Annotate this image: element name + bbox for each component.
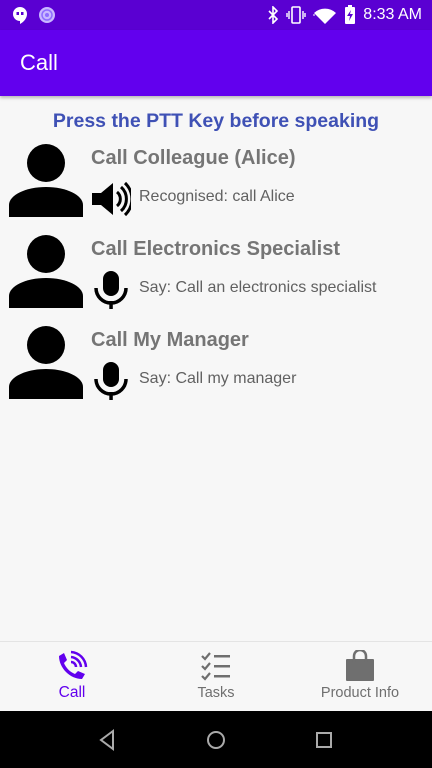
call-title: Call Electronics Specialist: [91, 238, 340, 260]
call-title: Call Colleague (Alice): [91, 147, 296, 169]
battery-charging-icon: [345, 5, 356, 24]
shopping-bag-icon: [346, 650, 374, 681]
phone-wifi-icon: [59, 650, 88, 679]
system-navigation-bar: [0, 711, 432, 768]
nav-item-product-info[interactable]: Product Info: [288, 642, 432, 712]
speaker-icon: [92, 181, 131, 217]
microphone-icon: [94, 362, 128, 400]
person-avatar-icon: [9, 235, 83, 308]
app-bar: Call: [0, 30, 432, 96]
bluetooth-icon: [268, 6, 279, 24]
person-avatar-icon: [9, 326, 83, 399]
nav-label: Product Info: [320, 685, 400, 701]
vibrate-icon: [286, 6, 306, 24]
hangouts-icon: [13, 7, 27, 24]
app-notification-icon: [39, 7, 55, 23]
person-avatar-icon: [9, 144, 83, 217]
status-bar: 8:33 AM: [0, 0, 432, 30]
nav-label: Call: [58, 684, 86, 701]
call-item-colleague[interactable]: Call Colleague (Alice) Recognised: call …: [0, 143, 432, 223]
nav-label: Tasks: [197, 685, 235, 701]
app-title: Call: [20, 50, 58, 75]
call-status: Say: Call an electronics specialist: [139, 279, 377, 296]
microphone-icon: [94, 271, 128, 309]
back-icon[interactable]: [97, 729, 119, 751]
call-title: Call My Manager: [91, 329, 249, 351]
bottom-navigation: Call Tasks Product Info: [0, 641, 432, 712]
call-status: Recognised: call Alice: [139, 188, 295, 205]
nav-item-call[interactable]: Call: [0, 642, 144, 712]
home-icon[interactable]: [205, 729, 227, 751]
wifi-icon: [313, 8, 337, 24]
status-time: 8:33 AM: [363, 6, 422, 23]
recents-icon[interactable]: [313, 729, 335, 751]
status-right-icons: 8:33 AM: [267, 5, 422, 25]
call-item-manager[interactable]: Call My Manager Say: Call my manager: [0, 325, 432, 405]
task-list-icon: [201, 652, 230, 681]
status-left-icons: [12, 6, 56, 24]
ptt-instruction: Press the PTT Key before speaking: [52, 110, 380, 132]
call-item-electronics-specialist[interactable]: Call Electronics Specialist Say: Call an…: [0, 234, 432, 314]
call-status: Say: Call my manager: [139, 370, 297, 387]
nav-item-tasks[interactable]: Tasks: [144, 642, 288, 712]
